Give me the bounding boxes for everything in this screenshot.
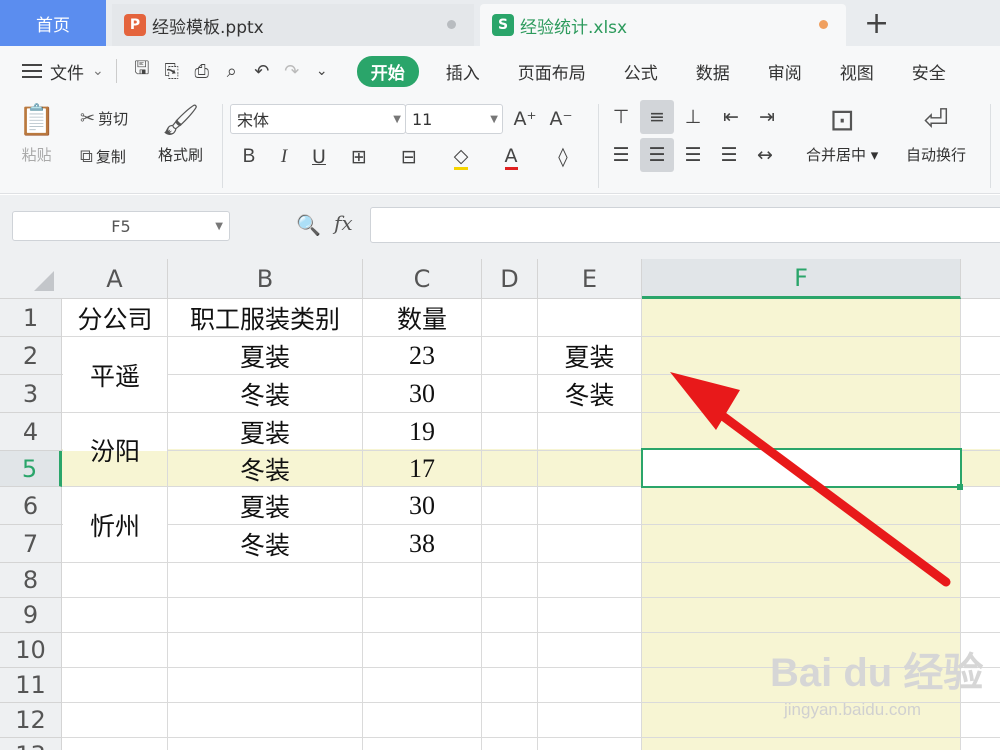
annotation-arrow-icon	[670, 372, 951, 587]
baidu-watermark-logo: Bai du 经验	[770, 651, 984, 695]
baidu-watermark-url: jingyan.baidu.com	[784, 700, 922, 719]
